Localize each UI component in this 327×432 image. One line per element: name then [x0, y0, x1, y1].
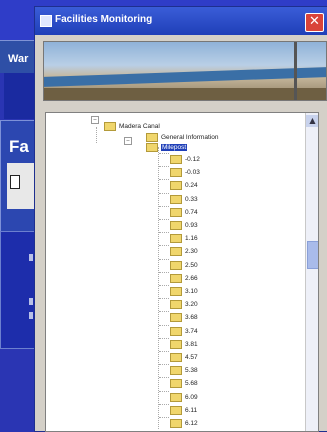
- text-fragment: [29, 298, 33, 305]
- tree-node-milepost-item[interactable]: 0.33: [170, 189, 198, 204]
- tree-line: [159, 205, 169, 207]
- tree-node-milepost-item[interactable]: 6.09: [170, 387, 198, 402]
- tree-node-milepost-item[interactable]: 0.74: [170, 202, 198, 217]
- tree-line: [159, 179, 169, 181]
- canal-water: [44, 67, 326, 87]
- tree-node-milepost-item[interactable]: 2.30: [170, 241, 198, 257]
- tree-line: [159, 285, 169, 286]
- tree-node-milepost[interactable]: Milepost: [146, 137, 188, 152]
- tree-line: [159, 271, 169, 273]
- tree-node-milepost-item[interactable]: 4.57: [170, 347, 198, 362]
- war-label: War: [8, 53, 29, 65]
- tree-node-milepost-item[interactable]: 3.10: [170, 281, 198, 296]
- collapse-toggle[interactable]: −: [124, 137, 132, 145]
- tree-node-milepost-item[interactable]: 5.68: [170, 373, 198, 389]
- tree-line: [159, 390, 169, 392]
- tree-line: [159, 351, 169, 352]
- close-icon: ✕: [309, 14, 320, 29]
- text-fragment: [29, 254, 33, 261]
- tree-line: [159, 192, 169, 194]
- collapse-toggle[interactable]: −: [91, 116, 99, 124]
- tree-node-milepost-item[interactable]: 1.16: [170, 228, 198, 244]
- tree-line: [159, 324, 169, 326]
- tree-line: [159, 258, 169, 260]
- tree-node-milepost-item[interactable]: 2.50: [170, 255, 198, 270]
- folder-icon: [146, 143, 158, 152]
- tree-node-milepost-item[interactable]: 3.68: [170, 307, 198, 323]
- tree-node-label: 6.12: [185, 420, 198, 427]
- tree-line: [159, 377, 169, 379]
- banner-divider: [294, 42, 297, 100]
- tree-node-milepost-item[interactable]: -0.12: [170, 149, 200, 164]
- tree-node-milepost-item[interactable]: 0.93: [170, 215, 198, 230]
- tree-line: [159, 232, 169, 234]
- tree-node-milepost-item[interactable]: 5.38: [170, 360, 198, 376]
- vertical-scrollbar[interactable]: ▲: [305, 113, 318, 431]
- tree-node-milepost-item[interactable]: -0.03: [170, 162, 200, 178]
- dialog-title: Facilities Monitoring: [55, 14, 153, 25]
- tree-line: [159, 245, 169, 247]
- tree-line: [159, 298, 169, 300]
- folder-icon: [170, 419, 182, 428]
- text-fragment: [29, 312, 33, 319]
- scroll-thumb[interactable]: [307, 241, 318, 269]
- document-icon: [10, 175, 20, 189]
- scroll-up-button[interactable]: ▲: [306, 115, 318, 127]
- canal-bank: [44, 88, 326, 100]
- tree-node-milepost-item[interactable]: 3.81: [170, 334, 198, 349]
- title-bar[interactable]: Facilities Monitoring ✕: [35, 7, 327, 35]
- tree-line: [159, 311, 169, 313]
- facility-tree[interactable]: − Madera Canal General Information − Mil…: [45, 112, 319, 432]
- tree-line: [158, 147, 159, 429]
- tree-line: [159, 417, 169, 418]
- background-inner-box: [7, 163, 37, 209]
- tree-node-milepost-item[interactable]: 3.74: [170, 321, 198, 336]
- folder-icon: [104, 122, 116, 131]
- tree-line: [159, 364, 169, 366]
- tree-line: [159, 166, 169, 168]
- app-icon: [40, 15, 52, 27]
- facilities-monitoring-dialog: Facilities Monitoring ✕ − Madera Canal G…: [34, 6, 327, 432]
- tree-node-root[interactable]: Madera Canal: [104, 116, 160, 131]
- tree-node-milepost-item[interactable]: 2.66: [170, 268, 198, 283]
- tree-node-milepost-item[interactable]: 6.11: [170, 400, 197, 415]
- tree-line: [159, 403, 169, 405]
- tree-line: [159, 219, 169, 220]
- tree-line: [159, 153, 169, 154]
- tree-line: [96, 127, 97, 143]
- close-button[interactable]: ✕: [305, 13, 324, 32]
- tree-node-milepost-item[interactable]: 3.20: [170, 294, 198, 310]
- tree-line: [159, 337, 169, 339]
- fa-label: Fa: [9, 137, 29, 156]
- tree-node-milepost-item[interactable]: 6.12: [170, 413, 198, 428]
- tree-node-milepost-item[interactable]: 0.24: [170, 175, 198, 191]
- canal-banner-image: [43, 41, 327, 101]
- tree-node-general-information[interactable]: General Information: [146, 127, 218, 142]
